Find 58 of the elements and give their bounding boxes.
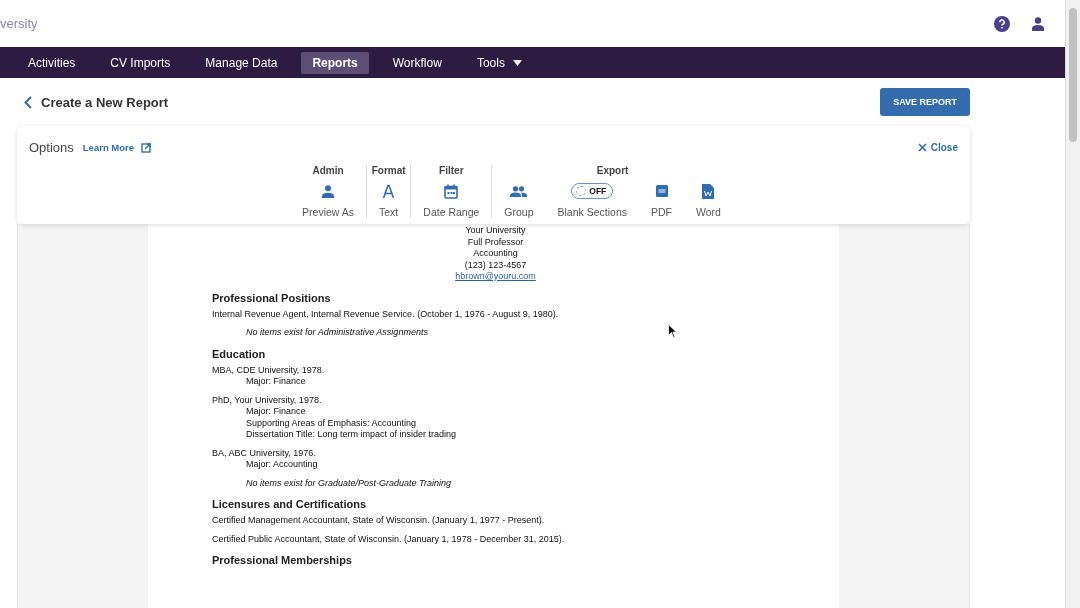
nav-tab[interactable]: Tools — [465, 51, 533, 74]
empty-note: No items exist for Graduate/Post-Graduate Training — [246, 477, 451, 489]
calendar-icon — [444, 183, 459, 199]
toolbar-option[interactable]: Group — [492, 180, 546, 218]
scrollbar[interactable] — [1065, 0, 1080, 608]
entry-text: BA, ABC University, 1976. — [212, 447, 316, 459]
entry-text: Internal Revenue Agent, Internal Revenue Service. (October 1, 1976 - August 9, 1980). — [212, 308, 559, 320]
text-format-icon — [383, 184, 395, 198]
external-link-icon[interactable] — [141, 142, 152, 153]
options-title: Options — [29, 140, 74, 155]
group-label: Export — [596, 165, 629, 176]
back-icon[interactable] — [24, 95, 32, 109]
user-icon[interactable] — [1032, 16, 1044, 31]
entry-text: Certified Public Accountant, State of Wisconsin. (January 1, 1978 - December 31, 2015). — [212, 533, 565, 545]
toolbar-option[interactable]: Preview As — [290, 180, 367, 218]
document-icon — [702, 183, 715, 199]
section-heading: Education — [212, 347, 267, 360]
entry-detail: Supporting Areas of Emphasis: Accounting — [246, 417, 417, 429]
nav-tab[interactable]: Reports — [301, 51, 369, 74]
toolbar-option[interactable]: PDF — [639, 180, 684, 218]
people-icon — [510, 185, 528, 197]
mouse-pointer-icon — [668, 324, 677, 338]
entry-detail: Major: Accounting — [246, 459, 318, 471]
toolbar-option[interactable]: OFF Blank Sections — [545, 180, 639, 218]
pdf-file-icon — [655, 185, 668, 197]
entry-detail: Major: Finance — [246, 406, 306, 418]
learn-more-link[interactable]: Learn More — [82, 142, 135, 153]
header-line: Full Professor — [467, 236, 524, 248]
toolbar-option[interactable]: Date Range — [411, 180, 492, 218]
entry-text: Certified Management Accountant, State of Wisconsin. (January 1, 1977 - Present). — [212, 515, 545, 527]
header-line: Accounting — [473, 248, 518, 260]
header-line: (123) 123-4567 — [464, 259, 527, 271]
section-heading: Professional Memberships — [212, 554, 353, 566]
nav-tab[interactable]: CV Imports — [99, 51, 182, 74]
help-icon[interactable] — [994, 15, 1010, 32]
section-heading: Professional Positions — [212, 291, 332, 304]
entry-detail: Dissertation Title: Long term impact of insider trading — [246, 429, 457, 441]
header-line: Your University — [465, 225, 526, 237]
entry-text: MBA, CDE University, 1978. — [212, 364, 325, 376]
brand-name[interactable]: versity — [0, 16, 38, 31]
close-button[interactable]: Close — [917, 142, 958, 153]
entry-text: PhD, Your University, 1978. — [212, 394, 322, 406]
group-label: Filter — [439, 165, 464, 176]
group-label: Admin — [312, 165, 344, 176]
toolbar-option[interactable]: Text — [367, 180, 411, 218]
toolbar-option[interactable]: Word — [684, 180, 733, 218]
empty-note: No items exist for Administrative Assignments — [246, 327, 428, 339]
nav-tab[interactable]: Workflow — [381, 51, 453, 74]
entry-detail: Major: Finance — [246, 376, 306, 388]
section-heading: Licensures and Certifications — [212, 498, 368, 510]
save-report-button[interactable]: SAVE REPORT — [880, 88, 970, 116]
close-icon — [917, 143, 927, 152]
group-label: Format — [371, 165, 406, 176]
page-title: Create a New Report — [41, 94, 169, 110]
email-link[interactable]: hbrown@youru.com — [455, 271, 536, 283]
nav-tab[interactable]: Manage Data — [194, 51, 289, 74]
nav-tab[interactable]: Activities — [17, 51, 87, 74]
person-icon — [322, 184, 335, 198]
